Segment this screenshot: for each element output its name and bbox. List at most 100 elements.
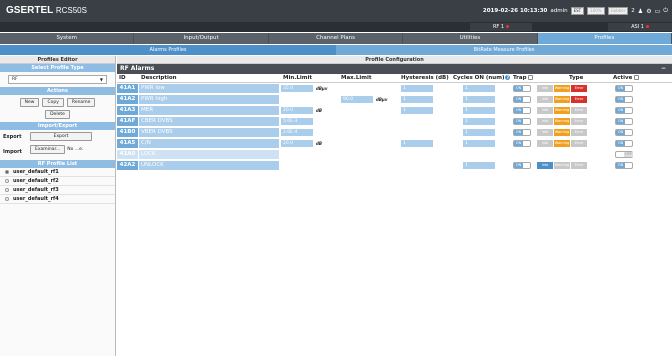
file-input[interactable]: Examinar... No ...e.	[30, 145, 83, 154]
copy-button[interactable]: Copy	[42, 98, 64, 107]
hysteresis-input[interactable]: 1	[401, 85, 433, 92]
export-button[interactable]: Export	[30, 132, 92, 141]
type-warning-option[interactable]: Warning	[554, 118, 570, 125]
asi-status[interactable]: ASI 1	[608, 23, 672, 31]
cycles-input[interactable]: 1	[463, 107, 495, 114]
profile-type-select[interactable]: RF ▼	[8, 75, 107, 84]
cycles-input[interactable]: 1	[463, 129, 495, 136]
type-error-option[interactable]: Error	[571, 162, 587, 169]
cycles-input[interactable]: 1	[463, 96, 495, 103]
trap-toggle[interactable]: ON	[513, 129, 531, 136]
main-nav: System Input/Output Channel Plans Utilit…	[0, 33, 672, 44]
language-select[interactable]: EST	[570, 7, 585, 15]
type-warning-option[interactable]: Warning	[554, 96, 570, 103]
min-unit: dBμv	[316, 86, 328, 91]
rename-button[interactable]: Rename	[66, 98, 96, 107]
active-toggle[interactable]: ON	[615, 162, 633, 169]
mode-select[interactable]: 100%	[587, 7, 605, 15]
user-name[interactable]: admin	[550, 8, 567, 14]
type-info-option[interactable]: Info	[537, 96, 553, 103]
hysteresis-input[interactable]: 1	[401, 140, 433, 147]
trap-toggle[interactable]: ON	[513, 118, 531, 125]
tab-input-output[interactable]: Input/Output	[134, 33, 269, 44]
type-info-option[interactable]: Info	[537, 140, 553, 147]
type-warning-option[interactable]: Warning	[554, 129, 570, 136]
type-error-option[interactable]: Error	[571, 118, 587, 125]
gear-icon[interactable]: ⚙	[646, 8, 651, 15]
alarm-type-selector[interactable]: Info Warning Error	[537, 85, 587, 92]
min-limit-input[interactable]: 20.0	[281, 107, 313, 114]
type-error-option[interactable]: Error	[571, 96, 587, 103]
active-toggle[interactable]: ON	[615, 107, 633, 114]
cycles-input[interactable]: 1	[463, 162, 495, 169]
active-toggle[interactable]: ON	[615, 85, 633, 92]
help-icon[interactable]: ▭	[655, 8, 661, 15]
alarm-type-selector[interactable]: Info Warning Error	[537, 96, 587, 103]
type-error-option[interactable]: Error	[571, 85, 587, 92]
radio-icon[interactable]	[5, 197, 9, 201]
cycles-input[interactable]: 1	[463, 140, 495, 147]
radio-icon[interactable]	[5, 170, 9, 174]
type-info-option[interactable]: Info	[537, 107, 553, 114]
alarm-id: 41AF	[117, 117, 138, 126]
active-toggle[interactable]: ON	[615, 96, 633, 103]
tab-profiles[interactable]: Profiles	[537, 33, 672, 44]
alarm-type-selector[interactable]: Info Warning Error	[537, 118, 587, 125]
rf-status[interactable]: RF 1	[470, 23, 532, 31]
hysteresis-input[interactable]: 1	[401, 96, 433, 103]
type-warning-option[interactable]: Warning	[554, 85, 570, 92]
type-error-option[interactable]: Error	[571, 107, 587, 114]
active-toggle[interactable]: ON	[615, 129, 633, 136]
alarm-type-selector[interactable]: Info Warning Error	[537, 140, 587, 147]
type-warning-option[interactable]: Warning	[554, 140, 570, 147]
min-limit-input[interactable]: 5.0E-3	[281, 118, 313, 125]
trap-toggle[interactable]: ON	[513, 107, 531, 114]
browse-button[interactable]: Examinar...	[30, 145, 66, 154]
type-info-option[interactable]: Info	[537, 85, 553, 92]
extra-select[interactable]: Gabber	[607, 7, 629, 15]
logout-icon[interactable]: ⏻	[663, 7, 668, 15]
new-button[interactable]: New	[19, 98, 40, 107]
radio-icon[interactable]	[5, 179, 9, 183]
type-info-option[interactable]: Info	[537, 118, 553, 125]
trap-toggle[interactable]: ON	[513, 85, 531, 92]
top-bar: GSERTEL RCS50S 2019-02-26 10:13:30 admin…	[0, 0, 672, 22]
tab-utilities[interactable]: Utilities	[403, 33, 538, 44]
alarm-type-selector[interactable]: Info Warning Error	[537, 162, 587, 169]
radio-icon[interactable]	[5, 188, 9, 192]
tab-bitrate-profiles[interactable]: BitRate Measure Profiles	[336, 45, 672, 55]
help-icon[interactable]: ?	[505, 75, 511, 80]
cycles-input[interactable]: 1	[463, 85, 495, 92]
col-active: Active	[613, 75, 640, 81]
trap-toggle[interactable]: ON	[513, 96, 531, 103]
type-warning-option[interactable]: Warning	[554, 107, 570, 114]
active-toggle[interactable]: ON	[615, 140, 633, 147]
trap-all-checkbox[interactable]	[528, 75, 534, 80]
max-limit-input[interactable]: 90.0	[341, 96, 373, 103]
min-limit-input[interactable]: 2.0E-4	[281, 129, 313, 136]
tab-system[interactable]: System	[0, 33, 135, 44]
import-export-title: Import/Export	[0, 122, 115, 130]
trap-toggle[interactable]: ON	[513, 140, 531, 147]
type-warning-option[interactable]: Warning	[554, 162, 570, 169]
type-info-option[interactable]: Info	[537, 162, 553, 169]
alarm-type-selector[interactable]: Info Warning Error	[537, 107, 587, 114]
tab-alarms-profiles[interactable]: Alarms Profiles	[0, 45, 336, 55]
alarm-type-selector[interactable]: Info Warning Error	[537, 129, 587, 136]
cycles-input[interactable]: 1	[463, 118, 495, 125]
min-limit-input[interactable]: 35.0	[281, 85, 313, 92]
minimize-icon[interactable]: −	[661, 64, 666, 74]
trap-toggle[interactable]: ON	[513, 162, 531, 169]
hysteresis-input[interactable]: 1	[401, 107, 433, 114]
active-all-checkbox[interactable]	[634, 75, 640, 80]
list-item[interactable]: user_default_rf4	[0, 195, 115, 204]
active-toggle[interactable]: ON	[615, 118, 633, 125]
user-icon[interactable]: ♟	[638, 8, 643, 15]
type-error-option[interactable]: Error	[571, 140, 587, 147]
tab-channel-plans[interactable]: Channel Plans	[269, 33, 404, 44]
min-limit-input[interactable]: 20.0	[281, 140, 313, 147]
delete-button[interactable]: Delete	[45, 110, 70, 119]
type-info-option[interactable]: Info	[537, 129, 553, 136]
type-error-option[interactable]: Error	[571, 129, 587, 136]
active-toggle[interactable]: OFF	[615, 151, 633, 158]
